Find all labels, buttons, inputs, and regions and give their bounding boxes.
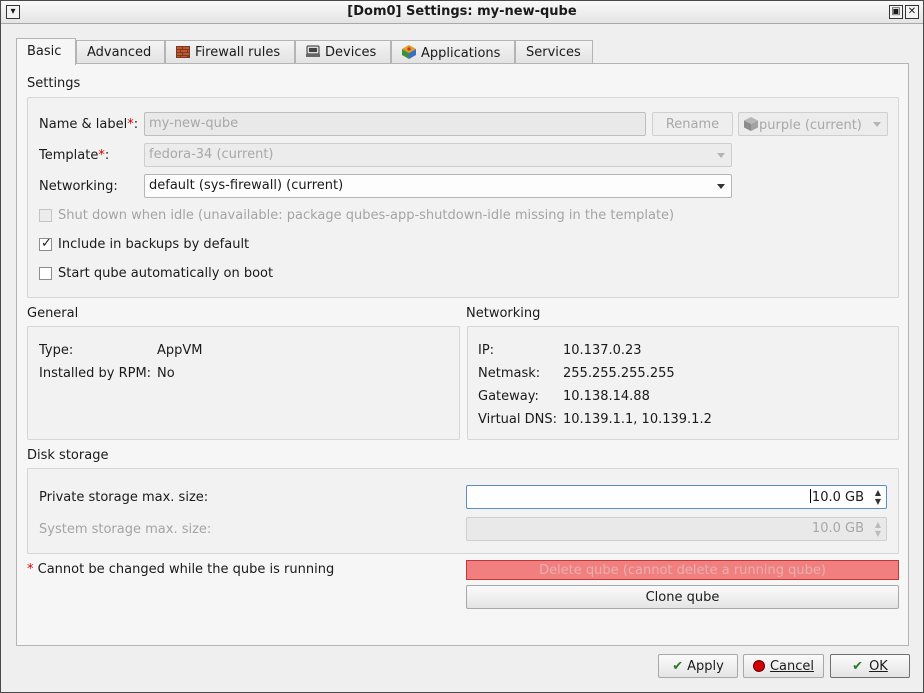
tab-basic[interactable]: Basic	[16, 38, 76, 65]
chevron-down-icon	[717, 184, 725, 189]
type-value: AppVM	[157, 343, 203, 358]
color-cube-icon	[743, 116, 759, 136]
networking-label: Networking:	[39, 179, 118, 194]
devices-icon	[306, 45, 320, 62]
label-color-select[interactable]: purple (current)	[738, 112, 888, 136]
template-value: fedora-34 (current)	[149, 147, 274, 162]
type-label: Type:	[39, 343, 74, 358]
close-icon: ✕	[907, 6, 917, 17]
text-cursor	[809, 489, 811, 503]
tab-label: Advanced	[87, 45, 152, 60]
private-storage-label: Private storage max. size:	[39, 490, 209, 505]
autostart-checkbox[interactable]	[39, 267, 52, 280]
check-icon: ✔	[672, 659, 684, 674]
basic-tab-page: Settings Name & label*: my-new-qube Rena…	[16, 63, 909, 646]
private-storage-spinbox[interactable]: 10.0 GB ▲ ▼	[466, 485, 887, 509]
apply-button-label: Apply	[687, 659, 724, 674]
ok-icon: ✔	[852, 659, 864, 674]
cancel-button[interactable]: Cancel	[743, 654, 824, 678]
ok-button[interactable]: ✔ OK	[830, 654, 910, 678]
system-storage-value: 10.0 GB	[811, 521, 864, 536]
clone-qube-button[interactable]: Clone qube	[466, 585, 899, 609]
label-color-value: purple (current)	[759, 118, 862, 133]
cancel-icon	[752, 660, 765, 672]
maximize-button[interactable]: ▣	[889, 5, 903, 19]
general-section-title: General	[27, 306, 79, 321]
spin-arrows-icon: ▲ ▼	[874, 520, 882, 538]
networking-section-title: Networking	[466, 306, 541, 321]
applications-icon	[402, 45, 416, 63]
template-row-label: Template*:	[39, 148, 109, 163]
ok-button-label: OK	[869, 659, 888, 674]
gateway-label: Gateway:	[478, 389, 539, 404]
firewall-icon	[176, 46, 190, 62]
shutdown-idle-label: Shut down when idle (unavailable: packag…	[58, 208, 675, 223]
tab-services[interactable]: Services	[515, 40, 593, 64]
networking-value: default (sys-firewall) (current)	[149, 178, 344, 193]
chevron-down-icon	[873, 122, 881, 127]
rpm-value: No	[157, 366, 175, 381]
chevron-down-icon	[717, 153, 725, 158]
tab-label: Basic	[27, 44, 62, 59]
window-title: [Dom0] Settings: my-new-qube	[347, 4, 577, 19]
ip-label: IP:	[478, 343, 495, 358]
required-mark: *	[27, 562, 34, 577]
dns-value: 10.139.1.1, 10.139.1.2	[563, 412, 712, 427]
apply-button[interactable]: ✔ Apply	[658, 654, 738, 678]
running-note: * Cannot be changed while the qube is ru…	[27, 562, 334, 577]
tab-label: Services	[526, 45, 581, 60]
cancel-button-label: Cancel	[769, 659, 815, 674]
backups-label: Include in backups by default	[58, 237, 250, 252]
settings-window: ▾ [Dom0] Settings: my-new-qube ▣ ✕ Basic…	[0, 0, 924, 693]
disk-group	[27, 468, 899, 554]
title-bar: ▾ [Dom0] Settings: my-new-qube ▣ ✕	[1, 1, 923, 24]
netmask-value: 255.255.255.255	[563, 366, 675, 381]
system-storage-spinbox[interactable]: 10.0 GB ▲ ▼	[466, 517, 887, 541]
networking-select[interactable]: default (sys-firewall) (current)	[144, 174, 732, 198]
qube-name-input[interactable]: my-new-qube	[144, 112, 646, 136]
private-storage-value: 10.0 GB	[811, 490, 864, 505]
template-label-text: Template	[39, 148, 99, 163]
delete-qube-button[interactable]: Delete qube (cannot delete a running qub…	[466, 560, 899, 580]
dns-label: Virtual DNS:	[478, 412, 557, 427]
tab-advanced[interactable]: Advanced	[76, 40, 165, 64]
tab-devices[interactable]: Devices	[295, 40, 391, 64]
check-icon: ✓	[41, 236, 52, 251]
system-storage-label: System storage max. size:	[39, 522, 212, 537]
tab-firewall-rules[interactable]: Firewall rules	[165, 40, 295, 64]
disk-section-title: Disk storage	[27, 448, 109, 463]
maximize-icon: ▣	[891, 6, 901, 17]
shutdown-idle-checkbox[interactable]	[39, 209, 52, 222]
tab-applications[interactable]: Applications	[391, 40, 515, 64]
general-group	[27, 326, 460, 440]
label-colon: :	[133, 117, 139, 132]
label-colon: :	[104, 148, 110, 163]
template-select[interactable]: fedora-34 (current)	[144, 143, 732, 167]
spin-arrows-icon[interactable]: ▲ ▼	[872, 488, 884, 506]
tab-label: Applications	[421, 46, 501, 61]
name-label-text: Name & label	[39, 117, 128, 132]
rpm-label: Installed by RPM:	[39, 366, 152, 381]
backups-checkbox[interactable]: ✓	[39, 236, 52, 251]
gateway-value: 10.138.14.88	[563, 389, 650, 404]
running-note-text: Cannot be changed while the qube is runn…	[37, 562, 335, 577]
settings-section-title: Settings	[27, 76, 81, 91]
netmask-label: Netmask:	[478, 366, 541, 381]
name-label-row-label: Name & label*:	[39, 117, 138, 132]
ip-value: 10.137.0.23	[563, 343, 642, 358]
tab-label: Firewall rules	[195, 45, 281, 60]
tab-label: Devices	[325, 45, 377, 60]
autostart-label: Start qube automatically on boot	[58, 266, 274, 281]
rename-button[interactable]: Rename	[652, 112, 733, 136]
close-button[interactable]: ✕	[905, 5, 919, 19]
